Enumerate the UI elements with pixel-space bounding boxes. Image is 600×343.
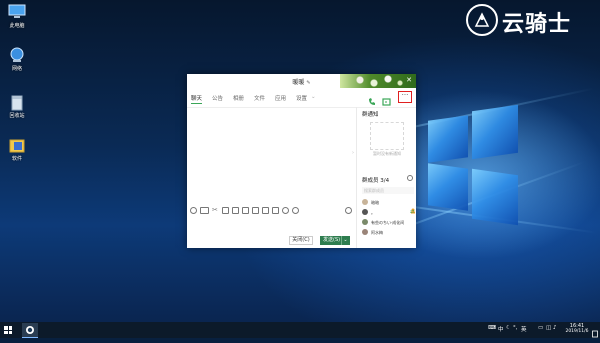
member-name: 有些のちい·成化间 — [371, 220, 405, 225]
gif-icon[interactable] — [200, 207, 209, 214]
owner-badge-icon — [410, 199, 416, 214]
folder-send-icon[interactable] — [222, 207, 229, 214]
member-name: 暗暗 — [371, 200, 379, 205]
taskbar-app-qq[interactable] — [22, 323, 38, 338]
bell-icon[interactable] — [282, 207, 289, 214]
scissors-icon[interactable]: ✂ — [212, 207, 219, 214]
member-row[interactable]: 暗暗 — [362, 199, 416, 214]
avatar — [362, 229, 368, 235]
desktop-icon-software[interactable]: 软件 — [0, 136, 34, 162]
volume-icon[interactable]: ♪ — [553, 325, 557, 331]
tab-chat[interactable]: 聊天 — [191, 94, 203, 104]
close-button[interactable]: 关闭(C) — [289, 236, 313, 245]
member-search-input[interactable]: 搜索群成员 — [362, 187, 414, 194]
group-name: 暖暖 — [292, 79, 305, 86]
notice-title: 群通知 — [362, 112, 379, 118]
desktop-icon-network[interactable]: 网络 — [0, 46, 34, 72]
panel-collapse-icon[interactable]: › — [352, 150, 354, 156]
members-title: 群成员 3/4 — [362, 178, 390, 184]
tab-settings[interactable]: 设置 — [296, 94, 307, 102]
tab-files[interactable]: 文件 — [254, 94, 265, 102]
empty-notice-illustration-icon — [370, 122, 404, 150]
desktop-icon-label: 软件 — [11, 156, 22, 162]
group-chat-window: 暖暖 ✎ ✕ 聊天 公告 相册 文件 应用 设置 ⌄ ··· › ✂ 关闭(C)… — [187, 74, 416, 248]
more-options-button[interactable]: ··· — [398, 91, 412, 103]
send-button-label: 发送(S) — [323, 237, 341, 243]
clock-date: 2019/11/6 — [565, 329, 589, 334]
network-icon — [7, 46, 27, 64]
window-title: 暖暖 ✎ — [187, 77, 416, 86]
wallpaper-logo-pane — [428, 115, 468, 163]
wallpaper-logo-pane — [472, 168, 518, 226]
mail-icon[interactable] — [252, 207, 259, 214]
more-tools-icon[interactable] — [292, 207, 299, 214]
ime-moon-icon[interactable]: ☾ — [506, 325, 511, 331]
wallpaper-logo-pane — [428, 163, 468, 211]
member-row[interactable]: 。 ⇄ — [362, 209, 416, 217]
member-row[interactable]: 阿水梅 — [362, 229, 416, 237]
desktop-icon-label: 网络 — [11, 66, 22, 72]
emoji-icon[interactable] — [190, 207, 197, 214]
calendar-icon[interactable] — [272, 207, 279, 214]
avatar — [362, 199, 368, 205]
computer-icon — [7, 3, 27, 21]
ime-punct-icon[interactable]: °, — [513, 325, 518, 331]
taskbar: ⌨ 中 ☾ °, 英 ▭ ◫ ♪ 16:41 2019/11/6 — [0, 322, 600, 338]
desktop-icon-label: 回收站 — [9, 113, 25, 119]
member-row[interactable]: 有些のちい·成化间 — [362, 219, 416, 227]
edit-pencil-icon[interactable]: ✎ — [306, 80, 310, 86]
keyboard-icon[interactable]: ⌨ — [488, 325, 496, 331]
image-icon[interactable] — [232, 207, 239, 214]
recycle-bin-icon — [7, 93, 27, 111]
member-name: 阿水梅 — [371, 230, 383, 235]
brand-logo: 云骑士 — [466, 4, 596, 38]
tabs-chevron-down-icon[interactable]: ⌄ — [311, 94, 316, 100]
ime-language[interactable]: 中 — [498, 325, 504, 333]
member-search-icon[interactable] — [407, 175, 413, 181]
screen-share-icon[interactable] — [382, 92, 392, 106]
avatar — [362, 209, 368, 215]
battery-icon[interactable]: ▭ — [538, 325, 543, 331]
history-clock-icon[interactable] — [345, 207, 352, 214]
desktop-icon-this-pc[interactable]: 此电脑 — [0, 3, 34, 29]
group-info-panel: 群通知 暂时没有新通知 群成员 3/4 搜索群成员 暗暗 。 ⇄ 有些のちい·成… — [358, 108, 416, 248]
send-button[interactable]: 发送(S) ⌄ — [320, 236, 350, 245]
device-icon: ⇄ — [410, 209, 415, 215]
window-titlebar[interactable]: 暖暖 ✎ ✕ — [187, 74, 416, 88]
knight-logo-icon — [466, 4, 498, 36]
ime-mode[interactable]: 英 — [521, 325, 527, 333]
phone-call-icon[interactable] — [367, 92, 377, 105]
windows-start-icon[interactable] — [4, 326, 12, 334]
panel-divider — [356, 107, 357, 248]
member-name: 。 — [371, 210, 375, 215]
tab-announcement[interactable]: 公告 — [212, 94, 223, 102]
screenshot-icon[interactable] — [242, 207, 249, 214]
folder-icon — [7, 136, 27, 154]
send-options-chevron-icon[interactable]: ⌄ — [341, 236, 349, 245]
desktop-icon-recycle-bin[interactable]: 回收站 — [0, 93, 34, 119]
taskbar-clock[interactable]: 16:41 2019/11/6 — [560, 323, 594, 335]
network-tray-icon[interactable]: ◫ — [546, 325, 551, 331]
window-close-icon[interactable]: ✕ — [405, 76, 413, 84]
notice-empty-text: 暂时没有新通知 — [373, 151, 401, 156]
avatar — [362, 219, 368, 225]
gift-icon[interactable] — [262, 207, 269, 214]
input-toolbar: ✂ — [190, 207, 354, 216]
desktop-icon-label: 此电脑 — [9, 23, 25, 29]
wallpaper-logo-pane — [472, 104, 518, 160]
notification-center-icon[interactable] — [592, 324, 598, 338]
chat-message-area[interactable] — [187, 108, 357, 208]
brand-logo-text: 云骑士 — [502, 12, 572, 37]
tab-apps[interactable]: 应用 — [275, 94, 286, 102]
tab-album[interactable]: 相册 — [233, 94, 244, 102]
